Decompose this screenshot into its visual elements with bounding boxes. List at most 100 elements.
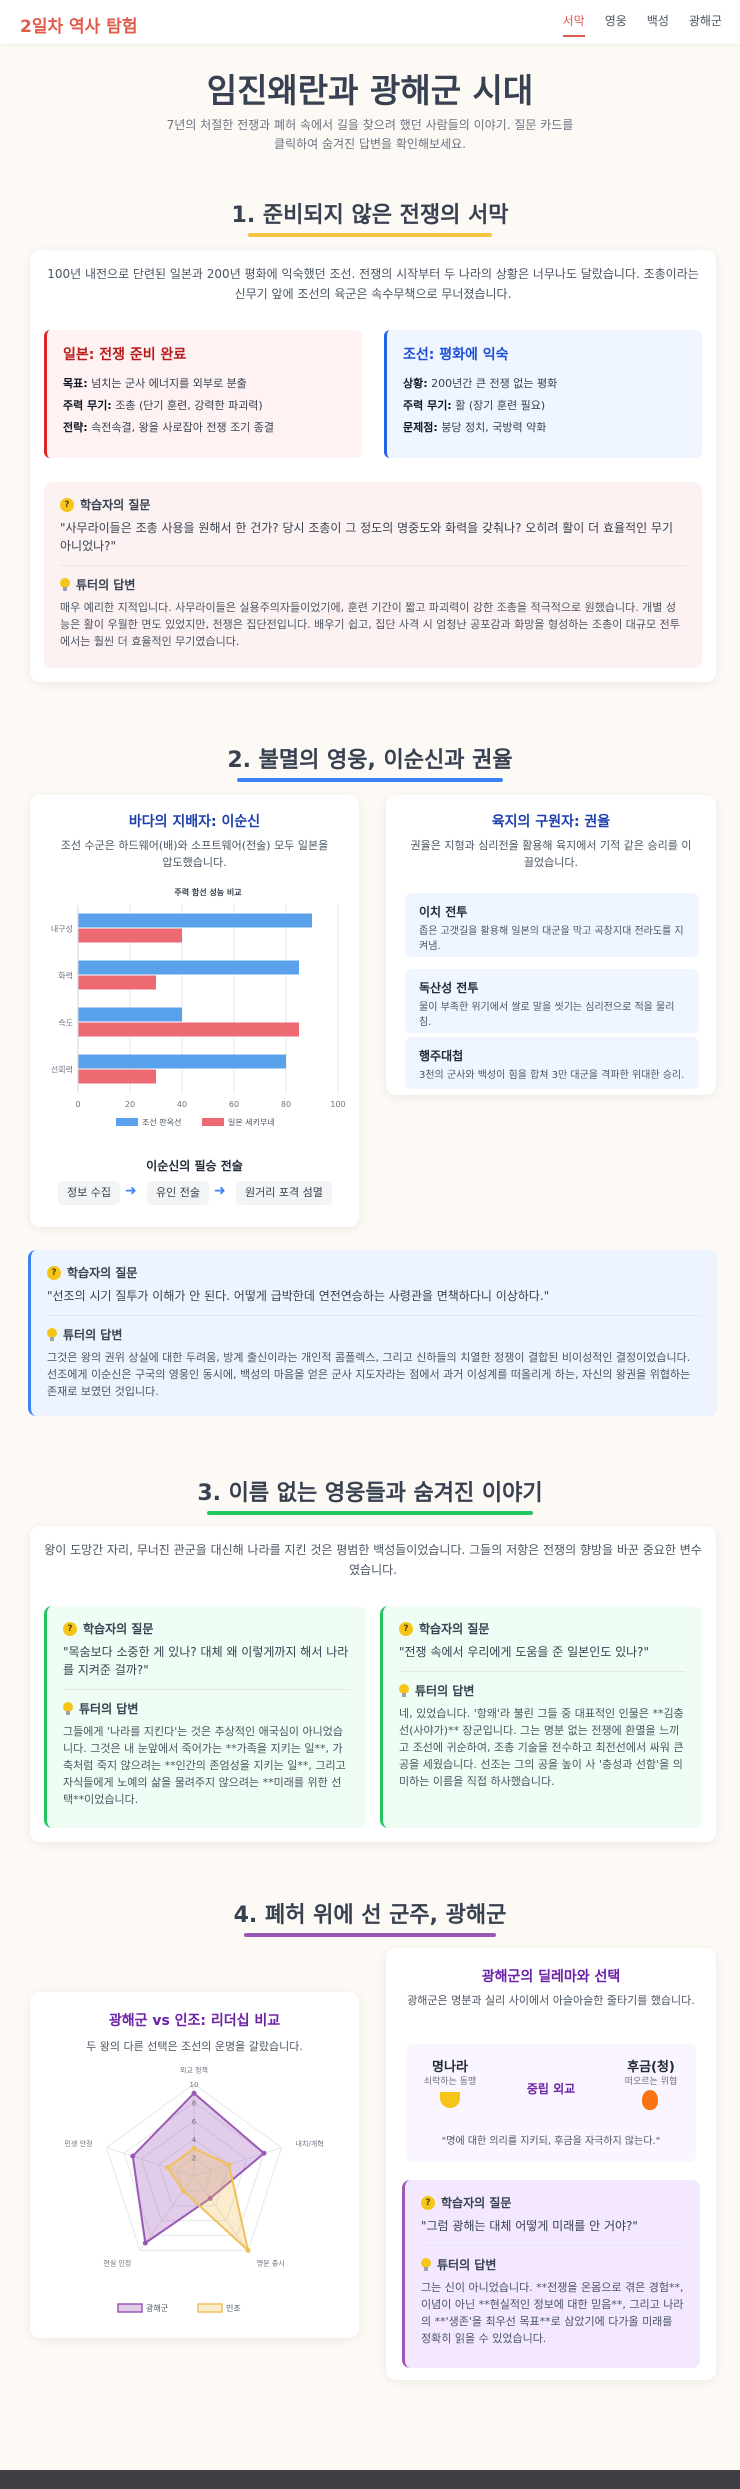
answer-text: 매우 예리한 지적입니다. 사무라이들은 실용주의자들이었기에, 훈련 기간이 … [60, 601, 680, 648]
feat-haengju: 행주대첩 3천의 군사와 백성이 힘을 합쳐 3만 대군을 격파한 위대한 승리. [405, 1037, 699, 1089]
divider [399, 1671, 686, 1672]
divider [421, 2245, 684, 2246]
bar-joseon [78, 1007, 182, 1022]
nav-link-gwanghaegun[interactable]: 광해군 [689, 12, 722, 37]
legend-swatch [197, 2303, 223, 2313]
jin-name: 후금(청) [627, 2060, 675, 2075]
lightbulb-icon [60, 578, 70, 591]
page-subtitle: 7년의 처절한 전쟁과 폐허 속에서 길을 찾으려 했던 사람들의 이야기. 질… [166, 118, 574, 151]
section-1-intro: 100년 내전으로 단련된 일본과 200년 평화에 익숙했던 조선. 전쟁의 … [47, 267, 699, 301]
section-3-card: 왕이 도망간 자리, 무너진 관군을 대신해 나라를 지킨 것은 평범한 백성들… [30, 1526, 716, 1842]
legend-label: 조선 판옥선 [142, 1118, 181, 1127]
qa-card-1[interactable]: ? 학습자의 질문 "사무라이들은 조총 사용을 원해서 한 건가? 당시 조총이… [44, 482, 702, 668]
question-text: "전쟁 속에서 우리에게 도움을 준 일본인도 있나?" [399, 1645, 650, 1659]
section-1-card: 100년 내전으로 단련된 일본과 200년 평화에 익숙했던 조선. 전쟁의 … [30, 250, 716, 682]
bar-japan [78, 1069, 156, 1084]
section-4-underline [244, 1933, 496, 1937]
qa-card-2[interactable]: ? 학습자의 질문 "선조의 시기 질투가 이해가 안 된다. 어떻게 급박한데 … [28, 1250, 718, 1416]
qa-card-3b[interactable]: ? 학습자의 질문 "전쟁 속에서 우리에게 도움을 준 일본인도 있나?" 튜터… [380, 1606, 702, 1828]
ship-performance-bar-chart: 주력 함선 성능 비교 0 20 40 60 80 100 내구성화력속도선회력조선 판옥선 일… [51, 887, 346, 1127]
question-header: ? 학습자의 질문 [47, 1264, 702, 1281]
tactic-lure: 유인 전술 [147, 1181, 209, 1205]
x-tick-label: 0 [75, 1100, 80, 1109]
radar-point [180, 2188, 186, 2194]
thinking-face-icon: ? [399, 1621, 413, 1636]
feat-doksan: 독산성 전투 물이 부족한 위기에서 쌀로 말을 씻기는 심리전으로 적을 물리침… [405, 969, 699, 1033]
compare-desc: 두 왕의 다른 선택은 조선의 운명을 갈랐습니다. [86, 2040, 303, 2053]
x-tick-label: 40 [177, 1100, 187, 1109]
brand-logo[interactable]: 2일차 역사 탐험 [20, 12, 138, 37]
jin-sub: 떠오르는 위협 [624, 2077, 678, 2087]
legend-label: 일본 세키부네 [228, 1118, 275, 1127]
bar-joseon [78, 960, 299, 975]
bar-japan [78, 975, 156, 990]
yi-title: 바다의 지배자: 이순신 [128, 814, 261, 830]
y-tick-label: 선회력 [51, 1065, 73, 1075]
yi-desc: 조선 수군은 하드웨어(배)와 소프트웨어(전술) 모두 일본을 압도했습니다. [60, 839, 329, 869]
bar-joseon [78, 913, 312, 928]
fire-icon [642, 2090, 658, 2110]
ming-name: 명나라 [432, 2060, 468, 2075]
lightbulb-icon [421, 2258, 431, 2271]
answer-text: 네, 있었습니다. '항왜'라 불린 그들 중 대표적인 인물은 **김충선(사… [399, 1707, 684, 1788]
section-1-underline [248, 233, 492, 237]
radar-axis-label: 민생 안정 [65, 2139, 93, 2148]
radar-point [191, 2145, 197, 2151]
page-title: 임진왜란과 광해군 시대 [206, 71, 534, 110]
nav-link-prologue[interactable]: 서막 [562, 12, 585, 37]
qa-card-4[interactable]: ? 학습자의 질문 "그럼 광해는 대체 어떻게 미래를 안 거야?" 튜터의 답… [402, 2180, 700, 2368]
nav-links: 서막 영웅 백성 광해군 [562, 12, 722, 37]
section-3-underline [207, 1511, 533, 1515]
x-tick-label: 80 [281, 1100, 291, 1109]
radar-axis-label: 현실 인정 [103, 2258, 131, 2267]
question-text: "그럼 광해는 대체 어떻게 미래를 안 거야?" [421, 2219, 638, 2233]
lightbulb-icon [399, 1684, 409, 1697]
nav-link-heroes[interactable]: 영웅 [605, 12, 627, 37]
answer-text: 그는 신이 아니었습니다. **전쟁을 온몸으로 겪은 경험**, 이념이 아닌… [421, 2281, 684, 2345]
japan-title: 일본: 전쟁 준비 완료 [63, 347, 187, 363]
japan-goal: 목표: 넘치는 군사 에너지를 외부로 분출 [63, 377, 247, 390]
tactics-title: 이순신의 필승 전술 [146, 1159, 243, 1173]
y-tick-label: 화력 [58, 971, 73, 981]
yi-card: 바다의 지배자: 이순신 조선 수군은 하드웨어(배)와 소프트웨어(전술) 모… [30, 795, 359, 1227]
kwon-title: 육지의 구원자: 권율 [491, 814, 611, 830]
question-header: ? 학습자의 질문 [399, 1620, 686, 1637]
answer-text: 그들에게 '나라를 지킨다'는 것은 추상적인 애국심이 아니었습니다. 그것은… [63, 1725, 346, 1806]
japan-weapon: 주력 무기: 조총 (단기 훈련, 강력한 파괴력) [63, 399, 263, 412]
joseon-problem: 문제점: 붕당 정치, 국방력 약화 [403, 421, 547, 434]
radar-point [226, 2162, 232, 2168]
kwon-desc: 권율은 지형과 심리전을 활용해 육지에서 기적 같은 승리를 이끌었습니다. [410, 839, 692, 869]
hands-icon [440, 2092, 460, 2108]
radar-point [142, 2240, 148, 2246]
radar-point [261, 2150, 267, 2156]
answer-header: 튜터의 답변 [60, 576, 686, 593]
japan-strategy: 전략: 속전속결, 왕을 사로잡아 전쟁 조기 종결 [63, 421, 275, 434]
legend-label: 인조 [226, 2303, 241, 2313]
x-tick-label: 20 [125, 1100, 135, 1109]
radar-tick-label: 4 [192, 2136, 197, 2144]
question-text: "선조의 시기 질투가 이해가 안 된다. 어떻게 급박한데 연전연승하는 사령… [47, 1289, 550, 1303]
question-text: "사무라이들은 조총 사용을 원해서 한 건가? 당시 조총이 그 정도의 명중… [60, 521, 674, 553]
joseon-panel: 조선: 평화에 익숙 상황: 200년간 큰 전쟁 없는 평화 주력 무기: 활… [384, 330, 702, 458]
thinking-face-icon: ? [421, 2195, 435, 2210]
question-header: ? 학습자의 질문 [63, 1620, 350, 1637]
qa-card-3a[interactable]: ? 학습자의 질문 "목숨보다 소중한 게 있나? 대체 왜 이렇게까지 해서 나… [44, 1606, 366, 1828]
thinking-face-icon: ? [63, 1621, 77, 1636]
section-2-title: 2. 불멸의 영웅, 이순신과 권율 [227, 748, 513, 773]
radar-tick-label: 2 [192, 2155, 196, 2163]
radar-axis-label: 외교 정책 [180, 2065, 208, 2074]
legend-swatch [202, 1118, 224, 1126]
question-header: ? 학습자의 질문 [421, 2194, 684, 2211]
section-2-underline [237, 778, 503, 782]
nav-link-people[interactable]: 백성 [647, 12, 669, 37]
radar-tick-label: 8 [192, 2099, 196, 2107]
section-4-title: 4. 폐허 위에 선 군주, 광해군 [233, 1903, 507, 1928]
answer-text: 그것은 왕의 권위 상실에 대한 두려움, 방계 출신이라는 개인적 콤플렉스,… [47, 1351, 691, 1398]
thinking-face-icon: ? [47, 1265, 61, 1280]
answer-header: 튜터의 답변 [399, 1682, 686, 1699]
divider [60, 565, 686, 566]
radar-tick-label: 10 [190, 2081, 199, 2089]
divider [63, 1689, 350, 1690]
dilemma-title: 광해군의 딜레마와 선택 [481, 1969, 621, 1985]
diplomacy-box: 명나라 쇠락하는 동맹 중립 외교 후금(청) 떠오르는 위협 "명에 대한 의… [406, 2044, 696, 2162]
